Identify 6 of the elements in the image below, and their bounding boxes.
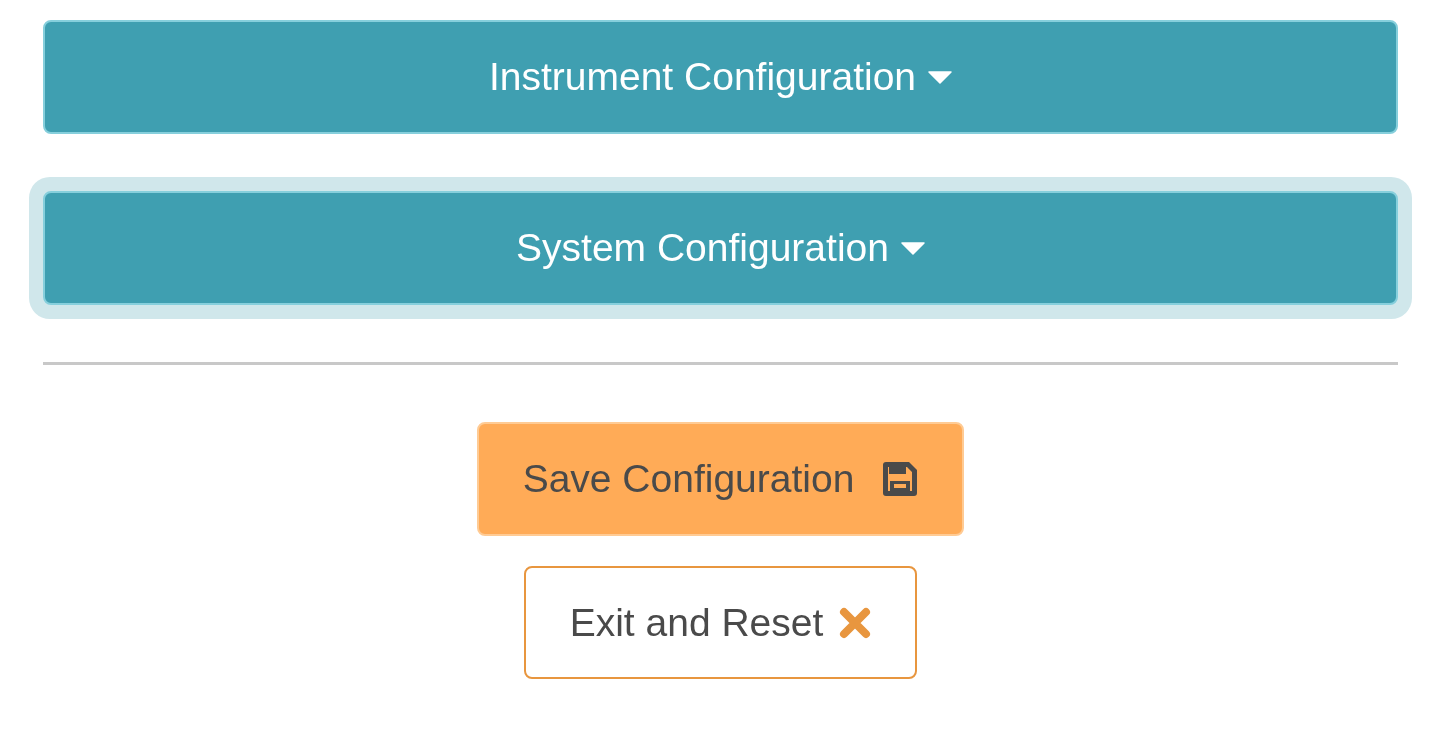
caret-icon [928,70,953,84]
caret-icon [900,241,925,255]
section-toggle-button[interactable]: Instrument Configuration [43,20,1398,134]
exit-button[interactable]: Exit and Reset [523,566,918,679]
close-icon [839,606,872,639]
save-button[interactable]: Save Configuration [476,422,965,536]
